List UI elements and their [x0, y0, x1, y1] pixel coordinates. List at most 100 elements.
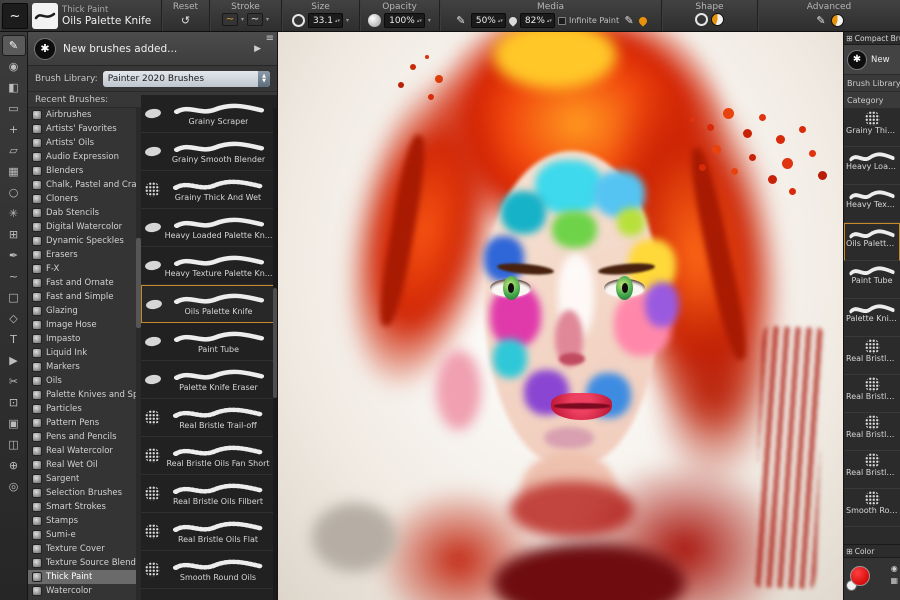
category-item[interactable]: Stamps: [28, 514, 141, 528]
category-item[interactable]: Digital Watercolor: [28, 220, 141, 234]
category-item[interactable]: Artists' Favorites: [28, 122, 141, 136]
brush-variant[interactable]: Real Bristle Oils Fan Short: [141, 437, 277, 475]
category-item[interactable]: Artists' Oils: [28, 136, 141, 150]
brush-variant[interactable]: Heavy Texture Palette Kn...: [844, 185, 900, 223]
category-item[interactable]: Thick Paint: [28, 570, 141, 584]
panel-menu-icon[interactable]: ≡: [266, 33, 274, 44]
category-item[interactable]: Fast and Ornate: [28, 276, 141, 290]
pen-tool[interactable]: ✒: [3, 246, 25, 265]
brush-variant[interactable]: Smooth Round Oils: [844, 489, 900, 527]
brush-dab-preview-icon[interactable]: ~: [2, 3, 28, 29]
size-stepper[interactable]: ▴▾: [335, 19, 340, 23]
panel-collapse-icon[interactable]: ⊞: [846, 34, 853, 43]
category-item[interactable]: Impasto: [28, 332, 141, 346]
category-item[interactable]: Texture Source Blendi...: [28, 556, 141, 570]
size-ring-icon[interactable]: [292, 14, 305, 27]
brush-variant[interactable]: Palette Knife Eraser: [844, 299, 900, 337]
compact-brush-library-row[interactable]: Brush Library: [844, 75, 900, 92]
banner-expand-arrow-icon[interactable]: ▶: [254, 44, 261, 54]
brush-variant[interactable]: Real Bristle Trail-off: [141, 399, 277, 437]
brush-variant[interactable]: Heavy Loaded Palette Kn...: [844, 147, 900, 185]
category-item[interactable]: Oils: [28, 374, 141, 388]
stroke-pressure-icon[interactable]: ~: [222, 13, 238, 26]
advanced-brush-settings-icon[interactable]: ✎: [814, 13, 828, 27]
cloner-tool[interactable]: ⊡: [3, 393, 25, 412]
text-tool[interactable]: T: [3, 330, 25, 349]
brush-variant[interactable]: Grainy Thick And Wet: [141, 171, 277, 209]
brush-library-select[interactable]: Painter 2020 Brushes ▲▼: [103, 71, 270, 87]
brush-variant[interactable]: Paint Tube: [844, 261, 900, 299]
opacity-circle-icon[interactable]: [368, 14, 381, 27]
rect-shape-tool[interactable]: □: [3, 288, 25, 307]
grain-stepper[interactable]: ▴▾: [498, 19, 503, 23]
category-item[interactable]: Sargent: [28, 472, 141, 486]
scissors-tool[interactable]: ✂: [3, 372, 25, 391]
brush-variant[interactable]: Grainy Smooth Blender: [141, 133, 277, 171]
mirror-tool[interactable]: ◫: [3, 435, 25, 454]
brush-variant[interactable]: Grainy Thick And Wet: [844, 109, 900, 147]
category-item[interactable]: Blenders: [28, 164, 141, 178]
color-panel-collapse-icon[interactable]: ⊞: [846, 547, 853, 556]
stroke-pressure-chevron-icon[interactable]: ▾: [241, 16, 244, 23]
category-item[interactable]: Dab Stencils: [28, 206, 141, 220]
brush-variant[interactable]: Grainy Scraper: [141, 95, 277, 133]
brush-variant[interactable]: Real Bristle Oils Filbert: [141, 475, 277, 513]
size-chevron-icon[interactable]: ▾: [346, 17, 349, 24]
shape-selection-tool[interactable]: ▶: [3, 351, 25, 370]
grabber-tool[interactable]: ⊕: [3, 456, 25, 475]
current-brush-indicator[interactable]: ~ Thick Paint Oils Palette Knife: [0, 0, 162, 31]
brush-variant[interactable]: Real Bristle Oils Flat: [141, 513, 277, 551]
eraser-tool[interactable]: ▭: [3, 99, 25, 118]
grain-pencil-icon[interactable]: ✎: [454, 14, 468, 28]
category-item[interactable]: Airbrushes: [28, 108, 141, 122]
crop-tool[interactable]: ⊞: [3, 225, 25, 244]
category-item[interactable]: Real Watercolor: [28, 444, 141, 458]
category-item[interactable]: Pens and Pencils: [28, 430, 141, 444]
reset-brush-icon[interactable]: ↺: [179, 13, 193, 27]
brush-stroke-thumbnail-icon[interactable]: [32, 3, 58, 29]
magic-wand-tool[interactable]: ✳: [3, 204, 25, 223]
brush-variant[interactable]: Real Bristle Oils Flat: [844, 451, 900, 489]
dab-shape-icon[interactable]: [695, 13, 708, 26]
canvas[interactable]: [278, 32, 843, 600]
transform-tool[interactable]: ▱: [3, 141, 25, 160]
flow-stepper[interactable]: ▴▾: [547, 19, 552, 23]
stroke-profile-chevron-icon[interactable]: ▾: [266, 16, 269, 23]
category-item[interactable]: Sumi-e: [28, 528, 141, 542]
category-item[interactable]: Glazing: [28, 304, 141, 318]
category-item[interactable]: Liquid Ink: [28, 346, 141, 360]
compact-brushes-header[interactable]: ⊞ Compact Brushes: [844, 32, 900, 45]
brush-variant[interactable]: Paint Tube: [141, 323, 277, 361]
opacity-stepper[interactable]: ▴▾: [417, 19, 422, 23]
advanced-media-icon[interactable]: [831, 14, 844, 27]
category-item[interactable]: Palette Knives and Sp...: [28, 388, 141, 402]
brush-variant[interactable]: Heavy Loaded Palette Kn...: [141, 209, 277, 247]
infinite-paint-checkbox[interactable]: [558, 17, 566, 25]
compact-category-row[interactable]: Category: [844, 92, 900, 109]
category-item[interactable]: Audio Expression: [28, 150, 141, 164]
category-item[interactable]: Erasers: [28, 248, 141, 262]
layer-adjuster-tool[interactable]: +: [3, 120, 25, 139]
paint-bucket-tool[interactable]: ◧: [3, 78, 25, 97]
stroke-profile-icon[interactable]: ~: [247, 13, 263, 26]
opacity-input[interactable]: 100% ▴▾: [384, 13, 425, 28]
opacity-chevron-icon[interactable]: ▾: [428, 17, 431, 24]
flow-input[interactable]: 82% ▴▾: [520, 13, 555, 28]
category-item[interactable]: Watercolor: [28, 584, 141, 598]
category-item[interactable]: Cloners: [28, 192, 141, 206]
category-item[interactable]: Real Wet Oil: [28, 458, 141, 472]
magnifier-tool[interactable]: ◎: [3, 477, 25, 496]
brush-tool[interactable]: ✎: [3, 36, 25, 55]
category-item[interactable]: F-X: [28, 262, 141, 276]
lasso-tool[interactable]: ○: [3, 183, 25, 202]
color-panel-header[interactable]: ⊞ Color: [844, 545, 900, 558]
category-item[interactable]: Fast and Simple: [28, 290, 141, 304]
oval-shape-tool[interactable]: ◇: [3, 309, 25, 328]
color-wheel-icon[interactable]: ◉: [891, 564, 898, 573]
dropper-tool[interactable]: ◉: [3, 57, 25, 76]
brush-variant[interactable]: Real Bristle Oils Filbert: [844, 413, 900, 451]
category-item[interactable]: Chalk, Pastel and Cra...: [28, 178, 141, 192]
brush-variant[interactable]: Oils Palette Knife: [141, 285, 277, 323]
dab-profile-icon[interactable]: [711, 13, 724, 26]
category-item[interactable]: Markers: [28, 360, 141, 374]
